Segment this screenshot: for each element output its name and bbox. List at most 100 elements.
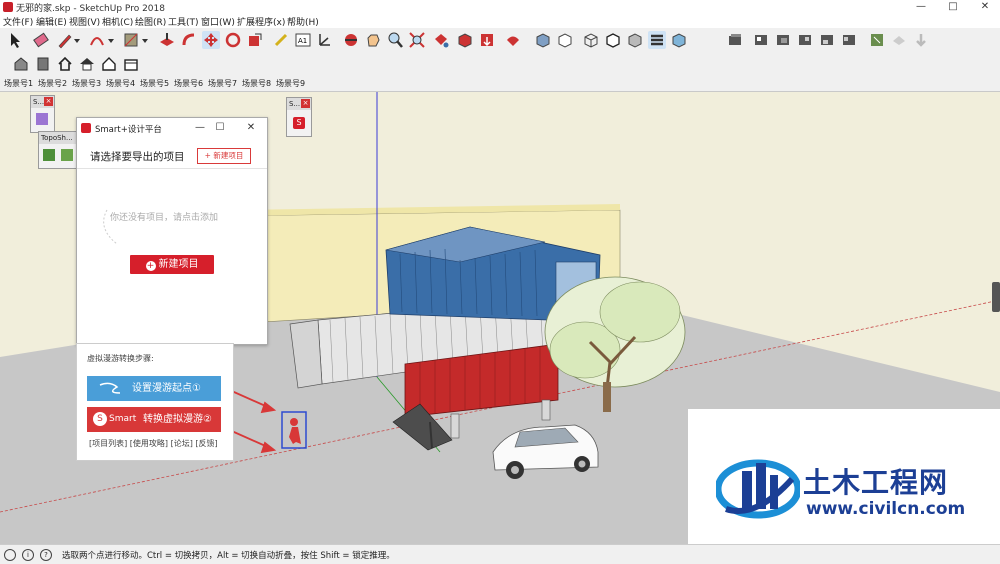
extension-warehouse-icon[interactable] — [504, 31, 522, 49]
dialog-close-button[interactable]: ✕ — [242, 120, 260, 136]
menu-file[interactable]: 文件(F) — [3, 15, 33, 28]
move-tool-icon[interactable] — [202, 31, 220, 49]
close-button[interactable]: ✕ — [971, 0, 999, 14]
style-monochrome-icon[interactable] — [670, 31, 688, 49]
house-icon[interactable] — [56, 55, 74, 73]
chevron-down-icon[interactable] — [140, 31, 158, 49]
style-shaded-textures-icon[interactable] — [648, 31, 666, 49]
close-icon[interactable]: × — [301, 99, 310, 108]
divider — [77, 168, 267, 169]
zoom-extents-tool-icon[interactable] — [408, 31, 426, 49]
geo-location-icon[interactable] — [868, 31, 886, 49]
select-tool-icon[interactable] — [6, 31, 24, 49]
floating-panel-s-left: S... × — [30, 95, 55, 133]
close-icon[interactable]: × — [44, 97, 53, 106]
new-project-label: 新建项目 — [158, 259, 199, 270]
tab-scene-9[interactable]: 场景号9 — [276, 78, 305, 89]
tab-scene-8[interactable]: 场景号8 — [242, 78, 271, 89]
watermark-url: www.civilcn.com — [806, 499, 966, 519]
scale-tool-icon[interactable] — [246, 31, 264, 49]
menu-edit[interactable]: 编辑(E) — [36, 15, 67, 28]
smart-brand-label: Smart — [109, 414, 137, 424]
3d-warehouse-icon[interactable] — [478, 31, 496, 49]
walkthrough-panel: 虚拟漫游转换步骤: 设置漫游起点① S Smart 转换虚拟漫游② [项目列表]… — [76, 343, 234, 461]
tape-measure-tool-icon[interactable] — [272, 31, 290, 49]
style-hidden-line-icon[interactable] — [604, 31, 622, 49]
topo-tool-icon[interactable] — [43, 149, 55, 161]
tab-scene-7[interactable]: 场景号7 — [208, 78, 237, 89]
menu-help[interactable]: 帮助(H) — [287, 15, 319, 28]
orbit-tool-icon[interactable] — [342, 31, 360, 49]
view-iso-icon[interactable] — [726, 31, 744, 49]
zoom-tool-icon[interactable] — [386, 31, 404, 49]
svg-text:A1: A1 — [298, 37, 307, 45]
style-shaded-icon[interactable] — [626, 31, 644, 49]
push-pull-tool-icon[interactable] — [158, 31, 176, 49]
steps-title: 虚拟漫游转换步骤: — [87, 354, 154, 363]
civilcn-logo-icon — [716, 459, 800, 519]
floating-panel-s-right: S... × S — [286, 97, 312, 137]
set-walkthrough-start-button[interactable]: 设置漫游起点① — [87, 376, 221, 401]
components-icon[interactable] — [456, 31, 474, 49]
tab-scene-6[interactable]: 场景号6 — [174, 78, 203, 89]
maximize-button[interactable]: □ — [939, 0, 967, 14]
new-project-small-button[interactable]: + 新建项目 — [197, 148, 251, 164]
sandbox-icon[interactable] — [36, 113, 48, 125]
style-xray-icon[interactable] — [534, 31, 552, 49]
style-wireframe-icon[interactable] — [582, 31, 600, 49]
smart-plugin-icon[interactable]: S — [293, 117, 305, 129]
terrain-icon — [912, 31, 930, 49]
view-top-icon[interactable] — [752, 31, 770, 49]
topo-edit-icon[interactable] — [61, 149, 73, 161]
minimize-button[interactable]: — — [907, 0, 935, 14]
rotate-tool-icon[interactable] — [224, 31, 242, 49]
empty-projects-hint: 你还没有项目，请点击添加 — [110, 213, 219, 223]
info-icon[interactable]: i — [22, 549, 34, 561]
menu-camera[interactable]: 相机(C) — [102, 15, 133, 28]
geo-status-icon[interactable] — [4, 549, 16, 561]
rectangle-tool-icon[interactable] — [122, 31, 140, 49]
walls-icon[interactable] — [34, 55, 52, 73]
toolbar-area: A1 — [0, 28, 1000, 77]
panel-links[interactable]: [项目列表] [使用攻略] [论坛] [反馈] — [89, 438, 218, 449]
menu-bar: 文件(F) 编辑(E) 视图(V) 相机(C) 绘图(R) 工具(T) 窗口(W… — [0, 14, 1000, 28]
menu-window[interactable]: 窗口(W) — [201, 15, 235, 28]
menu-extensions[interactable]: 扩展程序(x) — [237, 15, 285, 28]
dialog-maximize-button[interactable]: ☐ — [211, 120, 229, 136]
follow-me-tool-icon[interactable] — [180, 31, 198, 49]
window-title: 无邪的家.skp - SketchUp Pro 2018 — [16, 4, 165, 14]
watermark-title: 土木工程网 — [803, 466, 949, 499]
arc-tool-icon[interactable] — [88, 31, 106, 49]
house-roof-icon[interactable] — [78, 55, 96, 73]
tab-scene-1[interactable]: 场景号1 — [4, 78, 33, 89]
dialog-title: Smart+设计平台 — [95, 125, 162, 135]
menu-draw[interactable]: 绘图(R) — [135, 15, 166, 28]
garage-icon[interactable] — [122, 55, 140, 73]
convert-walkthrough-button[interactable]: S Smart 转换虚拟漫游② — [87, 407, 221, 432]
plus-circle-icon: + — [145, 261, 156, 271]
new-project-button[interactable]: + 新建项目 — [130, 255, 214, 274]
eraser-tool-icon[interactable] — [32, 31, 50, 49]
axes-tool-icon[interactable] — [316, 31, 334, 49]
warehouse-model-icon[interactable] — [12, 55, 30, 73]
menu-tools[interactable]: 工具(T) — [168, 15, 199, 28]
view-front-icon[interactable] — [774, 31, 792, 49]
watermark: 土木工程网 www.civilcn.com — [688, 409, 1000, 563]
tab-scene-3[interactable]: 场景号3 — [72, 78, 101, 89]
style-backedges-icon[interactable] — [556, 31, 574, 49]
text-tool-icon[interactable]: A1 — [294, 31, 312, 49]
tab-scene-5[interactable]: 场景号5 — [140, 78, 169, 89]
view-left-icon[interactable] — [840, 31, 858, 49]
house-outline-icon[interactable] — [100, 55, 118, 73]
view-back-icon[interactable] — [818, 31, 836, 49]
paint-bucket-tool-icon[interactable] — [432, 31, 450, 49]
dialog-minimize-button[interactable]: — — [191, 120, 209, 136]
add-location-icon — [890, 31, 908, 49]
menu-view[interactable]: 视图(V) — [69, 15, 100, 28]
tab-scene-2[interactable]: 场景号2 — [38, 78, 67, 89]
tab-scene-4[interactable]: 场景号4 — [106, 78, 135, 89]
pan-tool-icon[interactable] — [364, 31, 382, 49]
view-right-icon[interactable] — [796, 31, 814, 49]
status-message: 选取两个点进行移动。Ctrl = 切换拷贝，Alt = 切换自动折叠，按住 Sh… — [62, 551, 395, 561]
credits-icon[interactable]: ? — [40, 549, 52, 561]
